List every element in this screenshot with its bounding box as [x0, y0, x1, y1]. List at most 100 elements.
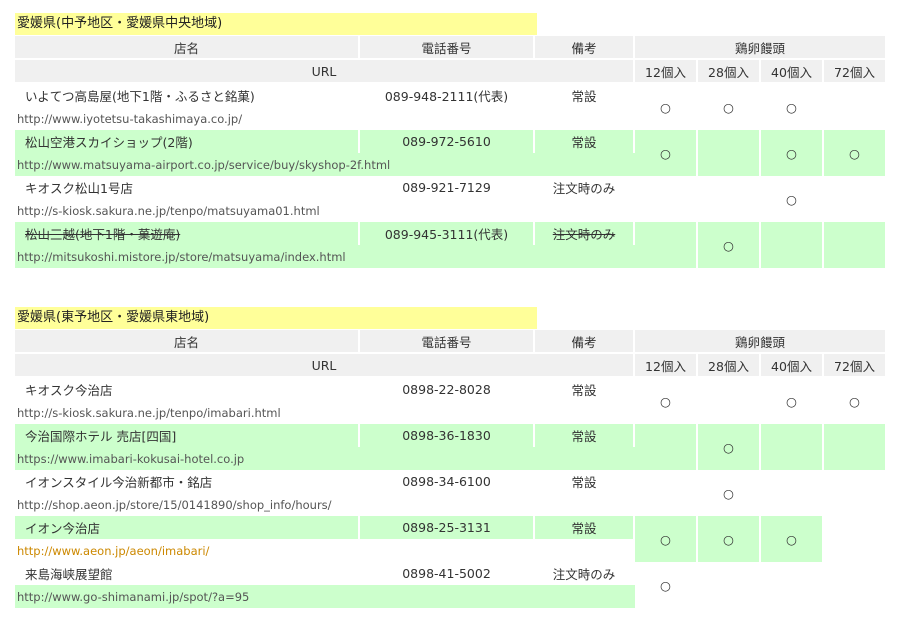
mark-12: [635, 222, 698, 268]
store-tel: 0898-25-3131: [360, 516, 535, 539]
table-row: 松山空港スカイショップ(2階) 089-972-5610 常設 ○ ○ ○: [15, 130, 888, 176]
store-name: いよてつ高島屋(地下1階・ふるさと銘菓): [15, 84, 360, 107]
mark-40: ○: [761, 84, 824, 130]
store-url-link[interactable]: http://www.go-shimanami.jp/spot/?a=95: [15, 585, 635, 608]
mark-28: ○: [698, 516, 761, 562]
mark-12: ○: [635, 516, 698, 562]
store-url-link[interactable]: http://shop.aeon.jp/store/15/0141890/sho…: [15, 493, 635, 516]
store-note: 注文時のみ: [535, 222, 635, 245]
store-note: 常設: [535, 470, 635, 493]
store-name: キオスク今治店: [15, 378, 360, 401]
section-toyo: 愛媛県(東予地区・愛媛県東地域) 店名 電話番号 備考 鶏卵饅頭 URL 12個…: [15, 307, 888, 625]
mark-40: ○: [761, 176, 824, 222]
store-tel: 089-972-5610: [360, 130, 535, 153]
store-tel: 0898-41-5002: [360, 562, 535, 585]
mark-12: ○: [635, 84, 698, 130]
mark-40: [761, 424, 824, 470]
store-name: イオン今治店: [15, 516, 360, 539]
mark-40: [761, 222, 824, 268]
table-row: キオスク今治店 0898-22-8028 常設 ○ ○ ○: [15, 378, 888, 424]
mark-72: [824, 470, 888, 516]
mark-72: [824, 516, 888, 562]
section-title: 愛媛県(中予地区・愛媛県中央地域): [15, 13, 537, 35]
store-url-link[interactable]: http://www.iyotetsu-takashimaya.co.jp/: [15, 107, 635, 130]
mark-72: ○: [824, 130, 888, 176]
store-url-link[interactable]: http://mitsukoshi.mistore.jp/store/matsu…: [15, 245, 635, 268]
table-row: イオン今治店 0898-25-3131 常設 ○ ○ ○: [15, 516, 888, 562]
store-note: 常設: [535, 130, 635, 153]
header-size-28: 28個入: [698, 354, 761, 378]
mark-28: ○: [698, 84, 761, 130]
header-url: URL: [15, 60, 635, 84]
mark-72: [824, 562, 888, 608]
header-product: 鶏卵饅頭: [635, 330, 888, 354]
header-url: URL: [15, 354, 635, 378]
header-size-28: 28個入: [698, 60, 761, 84]
mark-40: [761, 562, 824, 608]
table-row: キオスク松山1号店 089-921-7129 注文時のみ ○: [15, 176, 888, 222]
mark-12: [635, 176, 698, 222]
store-url-link[interactable]: http://s-kiosk.sakura.ne.jp/tenpo/imabar…: [15, 401, 635, 424]
mark-28: [698, 130, 761, 176]
store-name: 松山三越(地下1階・菓遊庵): [15, 222, 360, 245]
store-name: 今治国際ホテル 売店[四国]: [15, 424, 360, 447]
store-note: 常設: [535, 378, 635, 401]
header-size-40: 40個入: [761, 354, 824, 378]
header-note: 備考: [535, 330, 635, 354]
mark-28: ○: [698, 222, 761, 268]
store-name: キオスク松山1号店: [15, 176, 360, 199]
store-note: 常設: [535, 84, 635, 107]
mark-28: ○: [698, 424, 761, 470]
store-url-link[interactable]: http://www.aeon.jp/aeon/imabari/: [15, 539, 635, 562]
store-url-link[interactable]: https://www.imabari-kokusai-hotel.co.jp: [15, 447, 635, 470]
store-tel: 089-945-3111(代表): [360, 222, 535, 245]
store-name: イオンスタイル今治新都市・銘店: [15, 470, 360, 493]
store-note: 注文時のみ: [535, 562, 635, 585]
store-name: 松山空港スカイショップ(2階): [15, 130, 360, 153]
mark-12: ○: [635, 562, 698, 608]
table-row: 来島海峡展望館 0898-41-5002 注文時のみ ○: [15, 562, 888, 608]
header-size-40: 40個入: [761, 60, 824, 84]
mark-12: [635, 424, 698, 470]
header-product: 鶏卵饅頭: [635, 36, 888, 60]
header-size-12: 12個入: [635, 60, 698, 84]
mark-72: [824, 424, 888, 470]
mark-72: [824, 222, 888, 268]
store-note: 常設: [535, 424, 635, 447]
store-name: 来島海峡展望館: [15, 562, 360, 585]
table-row: イオンスタイル今治新都市・銘店 0898-34-6100 常設 ○: [15, 470, 888, 516]
header-name: 店名: [15, 330, 360, 354]
mark-72: [824, 84, 888, 130]
store-tel: 0898-34-6100: [360, 470, 535, 493]
header-tel: 電話番号: [360, 36, 535, 60]
section-title: 愛媛県(東予地区・愛媛県東地域): [15, 307, 537, 329]
header-tel: 電話番号: [360, 330, 535, 354]
mark-12: ○: [635, 378, 698, 424]
store-tel: 089-948-2111(代表): [360, 84, 535, 107]
mark-40: ○: [761, 516, 824, 562]
header-size-12: 12個入: [635, 354, 698, 378]
table-row: 今治国際ホテル 売店[四国] 0898-36-1830 常設 ○: [15, 424, 888, 470]
mark-40: [761, 470, 824, 516]
mark-28: [698, 176, 761, 222]
mark-72: ○: [824, 378, 888, 424]
mark-12: [635, 470, 698, 516]
section-chuyo: 愛媛県(中予地区・愛媛県中央地域) 店名 電話番号 備考 鶏卵饅頭 URL 12…: [15, 13, 888, 281]
store-url-link[interactable]: http://s-kiosk.sakura.ne.jp/tenpo/matsuy…: [15, 199, 635, 222]
store-table: 店名 電話番号 備考 鶏卵饅頭 URL 12個入 28個入 40個入 72個入 …: [15, 36, 888, 268]
store-note: 注文時のみ: [535, 176, 635, 199]
mark-12: ○: [635, 130, 698, 176]
mark-28: ○: [698, 470, 761, 516]
header-name: 店名: [15, 36, 360, 60]
store-tel: 089-921-7129: [360, 176, 535, 199]
mark-72: [824, 176, 888, 222]
mark-40: ○: [761, 378, 824, 424]
mark-40: ○: [761, 130, 824, 176]
store-note: 常設: [535, 516, 635, 539]
mark-28: [698, 378, 761, 424]
store-url-link[interactable]: http://www.matsuyama-airport.co.jp/servi…: [15, 153, 635, 176]
header-note: 備考: [535, 36, 635, 60]
table-row: 松山三越(地下1階・菓遊庵) 089-945-3111(代表) 注文時のみ ○: [15, 222, 888, 268]
header-size-72: 72個入: [824, 354, 888, 378]
store-table: 店名 電話番号 備考 鶏卵饅頭 URL 12個入 28個入 40個入 72個入 …: [15, 330, 888, 608]
